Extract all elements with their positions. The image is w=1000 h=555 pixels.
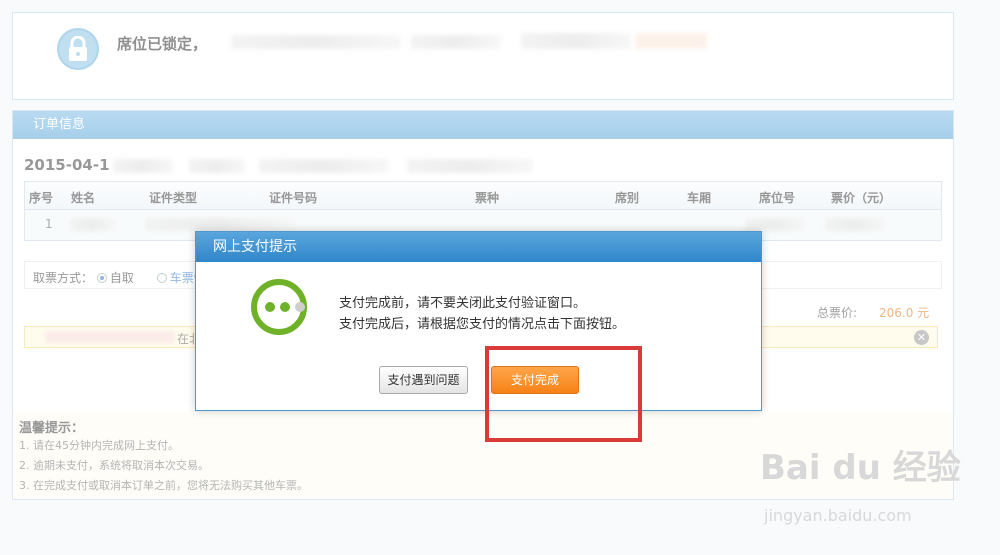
dialog-message-line1: 支付完成前，请不要关闭此支付验证窗口。 [339, 296, 587, 311]
dialog-message-line2: 支付完成后，请根据您支付的情况点击下面按钮。 [339, 317, 626, 332]
payment-problem-button[interactable]: 支付遇到问题 [379, 366, 468, 394]
payment-prompt-dialog: 网上支付提示 支付完成前，请不要关闭此支付验证窗口。 支付完成后，请根据您支付的… [195, 231, 762, 411]
waiting-dots-icon [251, 279, 307, 335]
watermark-brand: Bai du 经验 [760, 448, 961, 488]
watermark-url: jingyan.baidu.com [764, 506, 912, 525]
watermark: Bai du 经验 jingyan.baidu.com [760, 440, 961, 525]
dialog-title: 网上支付提示 [196, 232, 761, 262]
highlight-box [485, 346, 642, 442]
